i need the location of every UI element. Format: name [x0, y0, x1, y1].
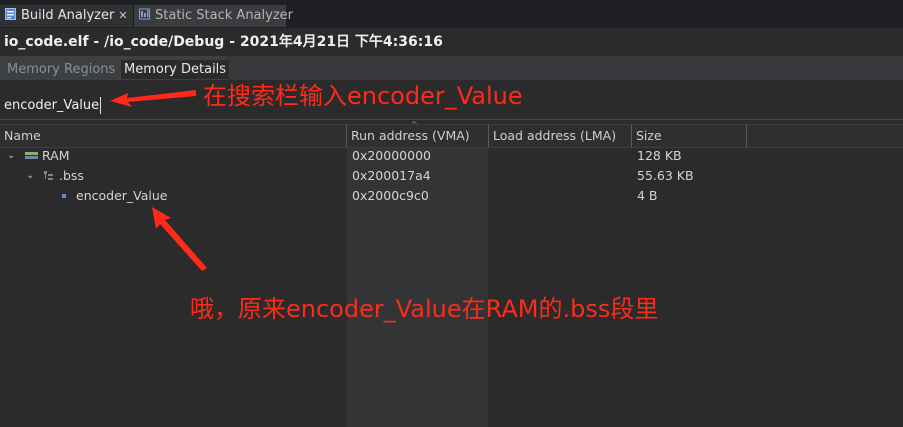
annotation-result-hint: 哦，原来encoder_Value在RAM的.bss段里 — [190, 295, 659, 323]
annotation-search-hint: 在搜索栏输入encoder_Value — [203, 82, 523, 110]
annotation-arrows — [110, 90, 207, 271]
search-arrow — [110, 90, 196, 107]
result-arrow — [152, 207, 207, 271]
